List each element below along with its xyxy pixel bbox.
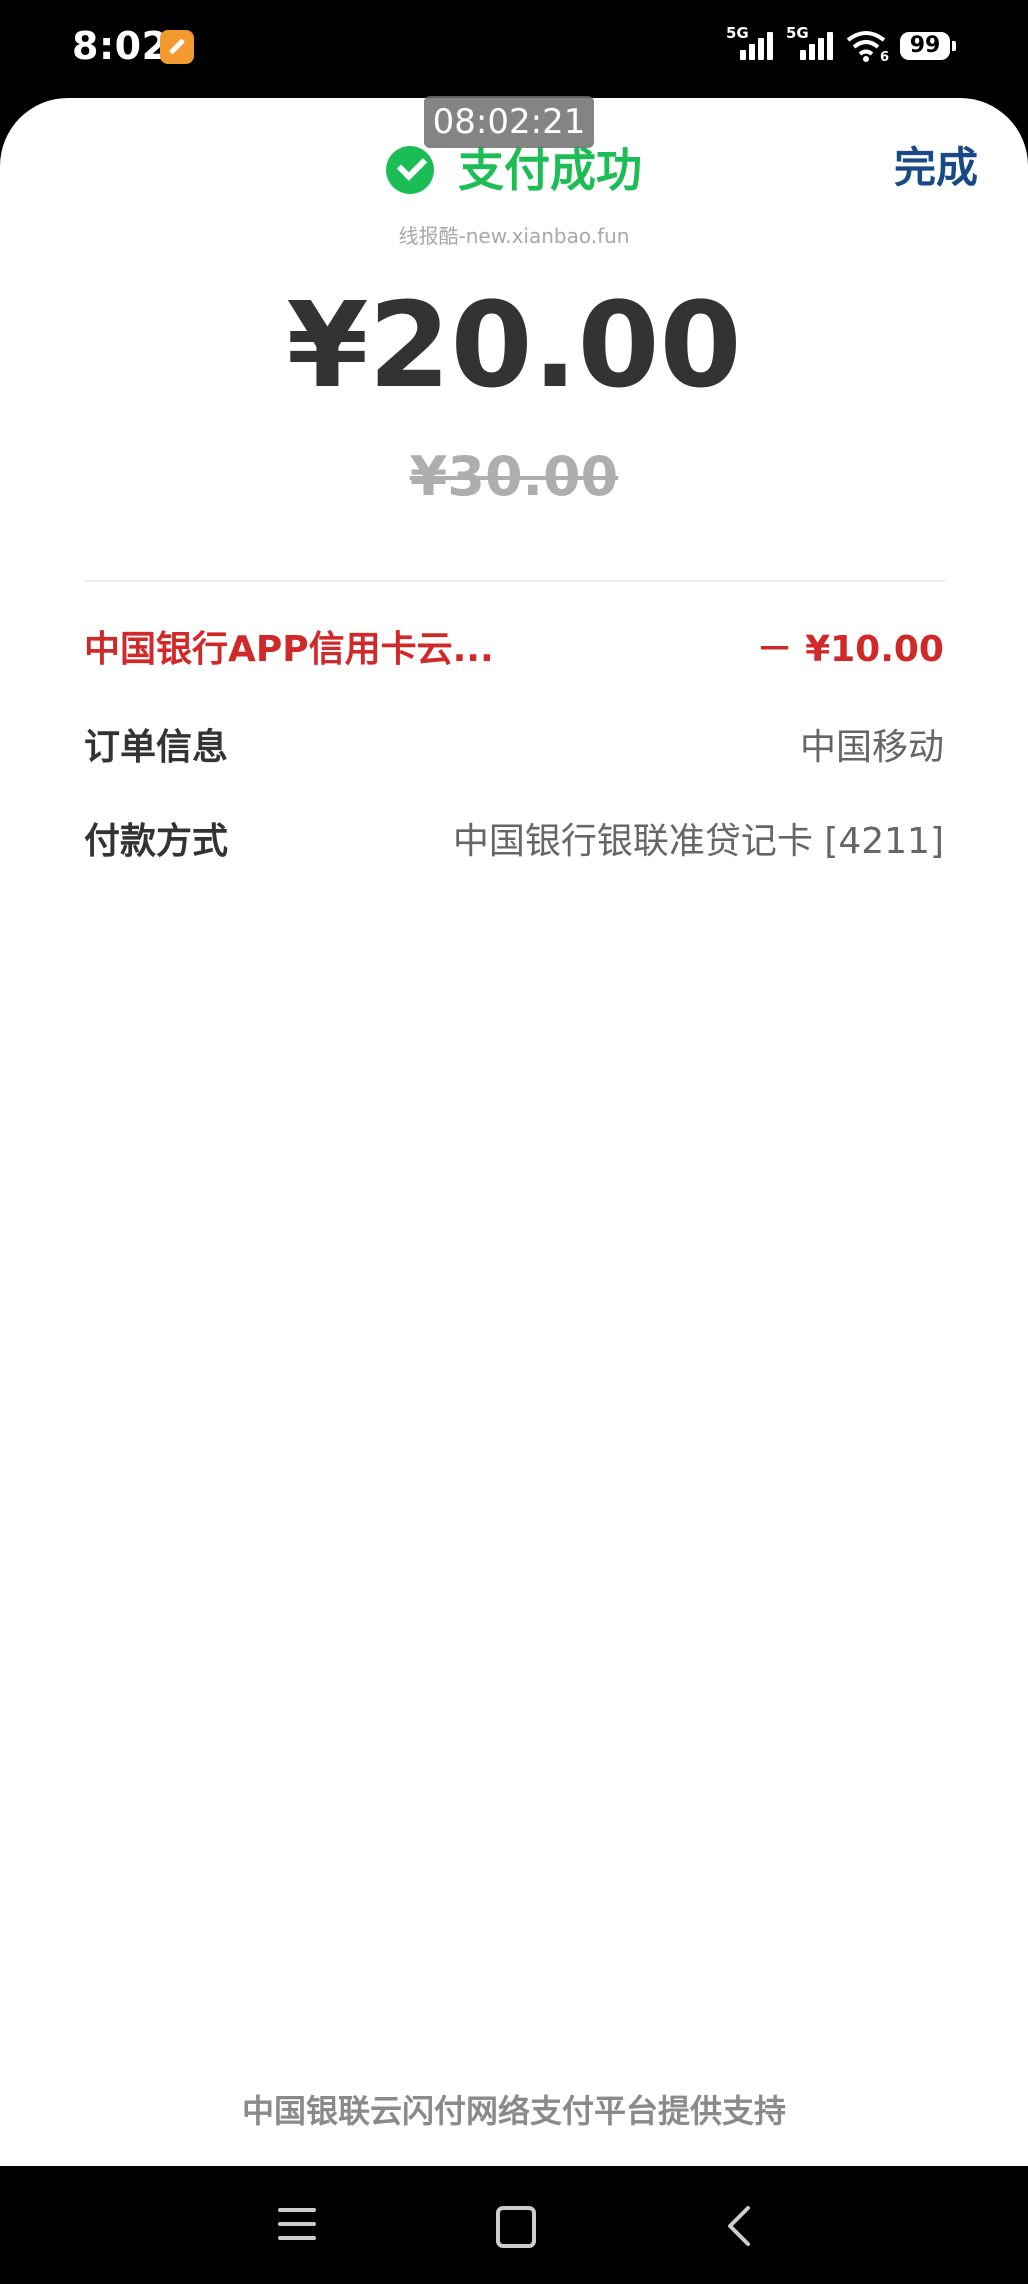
navigation-bar	[0, 2166, 1028, 2284]
order-info-label: 订单信息	[84, 727, 229, 768]
original-amount: ¥30.00	[409, 445, 619, 508]
wifi-icon: 6	[846, 28, 890, 65]
discount-row: 中国银行APP信用卡云... － ¥10.00	[84, 620, 944, 680]
home-icon[interactable]	[496, 2206, 536, 2248]
discount-value: － ¥10.00	[756, 629, 944, 670]
app-notification-icon	[160, 30, 194, 64]
check-circle-icon	[386, 146, 434, 194]
payment-method-row: 付款方式 中国银行银联准贷记卡 [4211]	[84, 812, 944, 872]
payment-method-value: 中国银行银联准贷记卡 [4211]	[452, 821, 944, 862]
status-bar: 8:02 5G 5G 6 99	[0, 0, 1028, 96]
payment-status-text: 支付成功	[458, 143, 642, 197]
payment-method-label: 付款方式	[84, 821, 229, 862]
status-time: 8:02	[72, 24, 169, 68]
network-type-1: 5G	[726, 24, 749, 42]
wifi-standard-label: 6	[880, 50, 890, 65]
watermark: 线报酷-new.xianbao.fun	[398, 224, 630, 248]
discount-label: 中国银行APP信用卡云...	[84, 629, 494, 670]
network-type-2: 5G	[786, 24, 809, 42]
divider	[84, 580, 946, 582]
footer-support-text: 中国银联云闪付网络支付平台提供支持	[241, 2092, 786, 2130]
signal-icon-2: 5G	[786, 24, 836, 64]
order-info-value: 中国移动	[799, 727, 944, 768]
paid-amount: ¥20.00	[286, 276, 742, 414]
order-info-row: 订单信息 中国移动	[84, 718, 944, 778]
battery-indicator: 99	[900, 32, 956, 60]
done-button[interactable]: 完成	[894, 138, 978, 198]
signal-icon-1: 5G	[726, 24, 776, 64]
back-icon[interactable]	[722, 2206, 760, 2246]
screenshot-timestamp: 08:02:21	[424, 96, 594, 148]
menu-icon[interactable]	[278, 2208, 318, 2242]
